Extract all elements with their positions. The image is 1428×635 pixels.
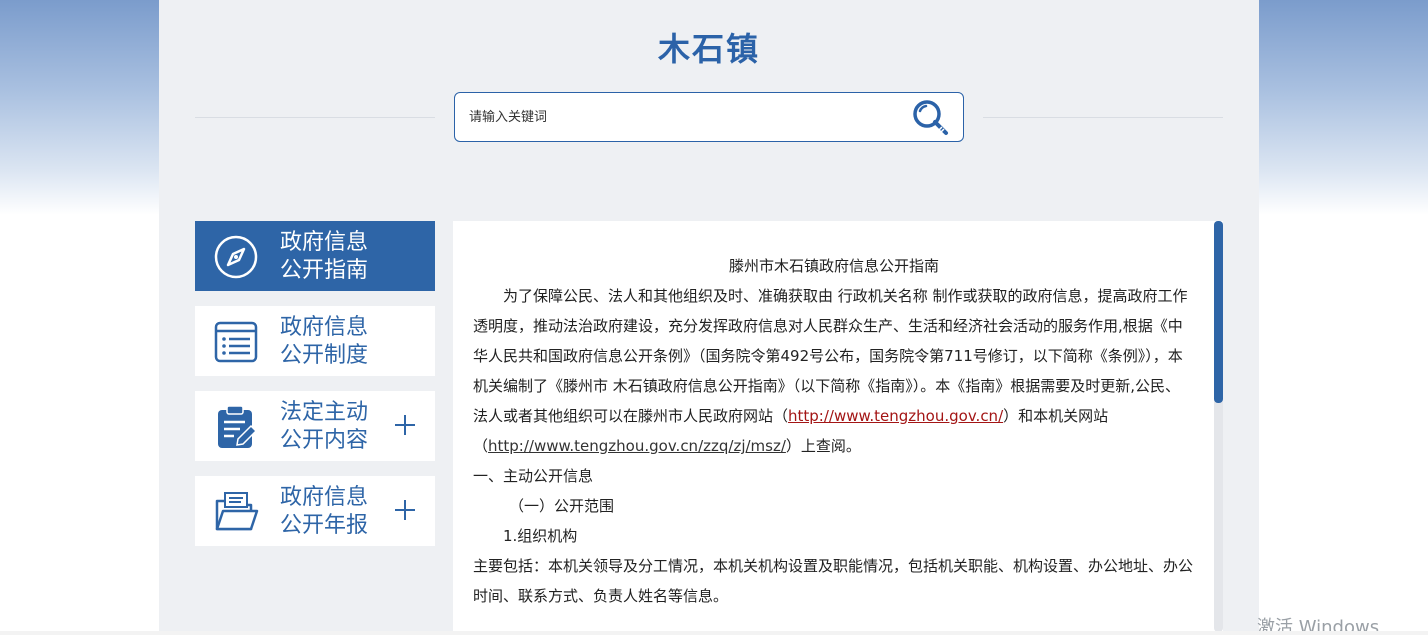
sidebar-item-statutory[interactable]: 法定主动 公开内容	[195, 391, 435, 461]
item-description: 主要包括：本机关领导及分工情况，本机关机构设置及职能情况，包括机关职能、机构设置…	[473, 557, 1194, 605]
divider-left	[195, 117, 435, 118]
search-box	[454, 92, 964, 142]
tengzhou-gov-link[interactable]: http://www.tengzhou.gov.cn/	[788, 407, 1003, 425]
content-panel: 滕州市木石镇政府信息公开指南 为了保障公民、法人和其他组织及时、准确获取由 行政…	[453, 221, 1223, 632]
compass-icon	[213, 234, 259, 280]
list-document-icon	[213, 319, 259, 365]
clipboard-edit-icon	[213, 404, 259, 450]
sidebar-item-annual-report[interactable]: 政府信息 公开年报	[195, 476, 435, 546]
sidebar-nav: 政府信息 公开指南 政府信息 公开制度 法定主动 公开内容 政府信息 公开年报	[195, 221, 435, 561]
sidebar-item-guide[interactable]: 政府信息 公开指南	[195, 221, 435, 291]
sidebar-item-label: 政府信息 公开年报	[280, 485, 369, 538]
document-body: 滕州市木石镇政府信息公开指南 为了保障公民、法人和其他组织及时、准确获取由 行政…	[473, 251, 1195, 611]
item-heading: 1.组织机构	[503, 527, 578, 545]
expand-plus-icon[interactable]	[393, 498, 417, 522]
sidebar-item-label: 政府信息 公开制度	[280, 315, 369, 368]
sidebar-item-label: 法定主动 公开内容	[280, 400, 369, 453]
msz-site-link[interactable]: http://www.tengzhou.gov.cn/zzq/zj/msz/	[488, 437, 786, 455]
bottom-strip	[0, 631, 1428, 635]
content-scrollbar[interactable]	[1214, 221, 1223, 632]
expand-plus-icon[interactable]	[393, 413, 417, 437]
intro-paragraph: 为了保障公民、法人和其他组织及时、准确获取由 行政机关名称 制作或获取的政府信息…	[473, 281, 1195, 461]
intro-text: ）上查阅。	[785, 437, 861, 455]
sidebar-item-label: 政府信息 公开指南	[280, 230, 369, 283]
page-container: 木石镇 政府信息 公开指南	[159, 0, 1259, 632]
scrollbar-thumb[interactable]	[1214, 221, 1223, 403]
folder-open-icon	[213, 489, 259, 535]
intro-text: 为了保障公民、法人和其他组织及时、准确获取由 行政机关名称 制作或获取的政府信息…	[473, 287, 1188, 425]
divider-right	[983, 117, 1223, 118]
search-input[interactable]	[469, 105, 899, 129]
sidebar-item-system[interactable]: 政府信息 公开制度	[195, 306, 435, 376]
subsection-heading: （一）公开范围	[509, 497, 615, 515]
site-title: 木石镇	[657, 30, 760, 68]
search-key-icon[interactable]	[911, 98, 951, 138]
document-title: 滕州市木石镇政府信息公开指南	[728, 257, 939, 275]
section-heading: 一、主动公开信息	[473, 467, 594, 485]
